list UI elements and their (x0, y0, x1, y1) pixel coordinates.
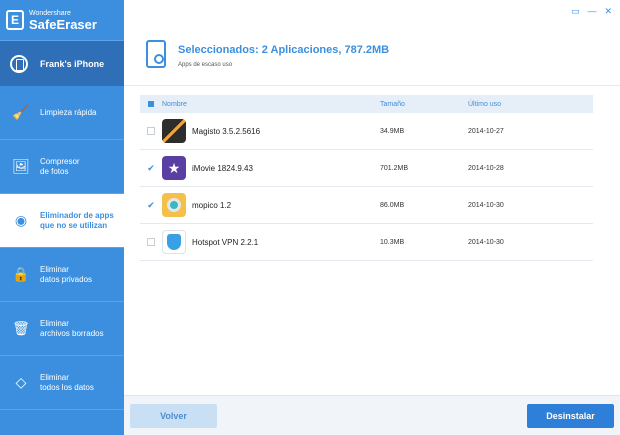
app-last-used: 2014-10-30 (468, 201, 504, 209)
feedback-icon[interactable]: ▭ (571, 6, 580, 17)
header: Seleccionados: 2 Aplicaciones, 787.2MB A… (124, 24, 620, 86)
broom-icon: 🧹 (12, 103, 30, 120)
nav-label: Eliminador de apps que no se utilizan (40, 210, 114, 230)
uninstall-button[interactable]: Desinstalar (527, 404, 614, 428)
nav-item-private-data[interactable]: 🔒 Eliminar datos privados (0, 248, 124, 302)
back-button[interactable]: Volver (130, 404, 217, 428)
apps-table: Nombre Tamaño Último uso Magisto 3.5.2.5… (140, 95, 593, 261)
bottom-bar: Volver Desinstalar (124, 395, 620, 435)
row-checkbox-checked[interactable]: ✔ (147, 163, 155, 173)
app-size: 701.2MB (380, 164, 409, 172)
table-row[interactable]: Hotspot VPN 2.2.1 10.3MB 2014-10-30 (140, 224, 593, 261)
brand-logo-icon: E (6, 10, 24, 30)
app-last-used: 2014-10-28 (468, 164, 504, 172)
column-header-date[interactable]: Último uso (468, 101, 593, 108)
nav-label: Eliminar archivos borrados (40, 318, 104, 338)
nav-item-photo-compressor[interactable]: 🖼 Compresor de fotos (0, 140, 124, 194)
nav-label: Compresor de fotos (40, 156, 80, 176)
table-row[interactable]: ✔ mopico 1.2 86.0MB 2014-10-30 (140, 187, 593, 224)
brand: E Wondershare SafeEraser (0, 0, 124, 40)
nav-label: Limpieza rápida (40, 107, 97, 117)
app-name: iMovie 1824.9.43 (192, 163, 253, 173)
minimize-icon[interactable]: — (587, 6, 596, 17)
table-header: Nombre Tamaño Último uso (140, 95, 593, 113)
window-controls: ▭ — ✕ (571, 6, 612, 17)
nav-item-all-data[interactable]: ◇ Eliminar todos los datos (0, 356, 124, 410)
app-name: Hotspot VPN 2.2.1 (192, 237, 259, 247)
row-checkbox[interactable] (147, 238, 155, 246)
select-all-checkbox[interactable] (148, 101, 154, 107)
nav-item-deleted-files[interactable]: 🗑 Eliminar archivos borrados (0, 302, 124, 356)
app-last-used: 2014-10-27 (468, 127, 504, 135)
column-header-name[interactable]: Nombre (162, 101, 380, 108)
app-eraser-icon: ◉ (14, 211, 28, 228)
close-icon[interactable]: ✕ (604, 6, 612, 17)
app-size: 34.9MB (380, 127, 405, 135)
nav-label: Eliminar datos privados (40, 264, 93, 284)
imovie-icon: ★ (162, 156, 186, 180)
eraser-icon: ◇ (15, 373, 27, 390)
mopico-icon (162, 193, 186, 217)
table-row[interactable]: Magisto 3.5.2.5616 34.9MB 2014-10-27 (140, 113, 593, 150)
brand-small-text: Wondershare (29, 9, 71, 17)
lock-icon: 🔒 (12, 265, 30, 282)
table-row[interactable]: ✔ ★ iMovie 1824.9.43 701.2MB 2014-10-28 (140, 150, 593, 187)
sidebar: E Wondershare SafeEraser Frank's iPhone … (0, 0, 124, 435)
app-size: 10.3MB (380, 238, 405, 246)
app-last-used: 2014-10-30 (468, 238, 504, 246)
app-name: mopico 1.2 (192, 200, 232, 210)
phone-icon (10, 54, 28, 73)
row-checkbox[interactable] (147, 127, 155, 135)
nav-label: Eliminar todos los datos (40, 372, 94, 392)
phone-search-icon (146, 40, 166, 68)
nav-item-quick-clean[interactable]: 🧹 Limpieza rápida (0, 86, 124, 140)
hotspot-icon (162, 230, 186, 254)
page-title: Seleccionados: 2 Aplicaciones, 787.2MB (178, 44, 390, 56)
column-header-size[interactable]: Tamaño (380, 101, 468, 108)
magisto-icon (162, 119, 186, 143)
app-size: 86.0MB (380, 201, 405, 209)
row-checkbox-checked[interactable]: ✔ (147, 200, 155, 210)
nav-item-app-eraser[interactable]: ◉ Eliminador de apps que no se utilizan (0, 194, 124, 248)
trash-icon: 🗑 (12, 319, 30, 336)
photo-icon: 🖼 (12, 157, 30, 174)
app-name: Magisto 3.5.2.5616 (192, 126, 261, 136)
brand-name: SafeEraser (29, 16, 97, 32)
device-item[interactable]: Frank's iPhone (0, 40, 124, 86)
device-name: Frank's iPhone (40, 58, 105, 69)
page-subtitle: Apps de escaso uso (178, 62, 233, 68)
